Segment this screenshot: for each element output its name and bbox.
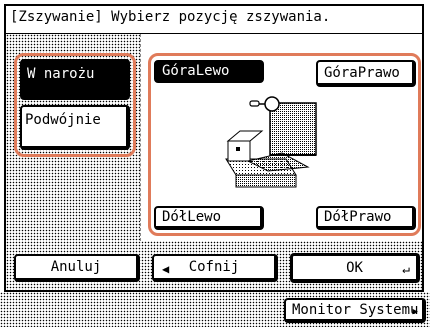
top-left-label: GóraLewo <box>162 62 230 79</box>
dialog-title: [Zszywanie] Wybierz pozycję zszywania. <box>10 9 331 25</box>
system-monitor-button[interactable]: Monitor Systemu ▶ <box>284 298 426 323</box>
ok-button[interactable]: OK ↵ <box>290 253 420 283</box>
top-right-label: GóraPrawo <box>324 64 400 81</box>
top-left-button[interactable]: GóraLewo <box>154 60 264 83</box>
system-monitor-label: Monitor Systemu <box>292 301 419 318</box>
corner-button[interactable]: W narożu <box>20 59 130 100</box>
enter-icon: ↵ <box>402 262 410 277</box>
cancel-label: Anuluj <box>50 259 102 275</box>
right-triangle-icon: ▶ <box>412 307 418 317</box>
top-right-button[interactable]: GóraPrawo <box>316 60 416 87</box>
cancel-button[interactable]: Anuluj <box>14 254 140 282</box>
stapling-position-illustration <box>225 96 317 188</box>
back-label: Cofnij <box>188 259 240 275</box>
double-button[interactable]: Podwójnie <box>20 105 130 150</box>
bottom-left-label: DółLewo <box>162 209 222 225</box>
bottom-right-button[interactable]: DółPrawo <box>316 206 416 230</box>
double-button-label: Podwójnie <box>25 112 101 128</box>
back-button[interactable]: ◀ Cofnij <box>152 254 278 282</box>
bottom-right-label: DółPrawo <box>324 209 392 225</box>
left-triangle-icon: ◀ <box>162 262 170 276</box>
bottom-left-button[interactable]: DółLewo <box>154 206 264 230</box>
pane-divider <box>140 34 141 241</box>
ok-label: OK <box>346 259 363 276</box>
corner-button-label: W narożu <box>27 66 95 82</box>
